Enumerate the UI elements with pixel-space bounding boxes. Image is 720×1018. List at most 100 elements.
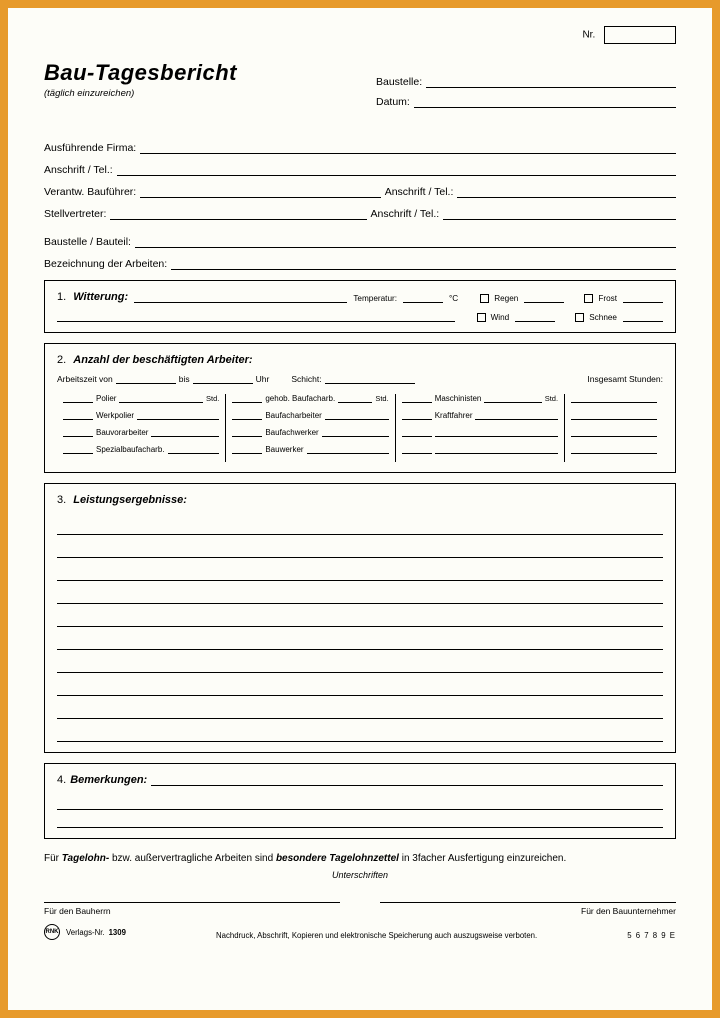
verlag-nr-label: Verlags-Nr. (66, 928, 105, 937)
witterung-line2-input[interactable] (57, 311, 455, 322)
copyright-text: Nachdruck, Abschrift, Kopieren und elekt… (216, 931, 537, 940)
section-leistungsergebnisse: 3. Leistungsergebnisse: (44, 483, 676, 753)
line-input[interactable] (57, 810, 663, 828)
std-input[interactable] (435, 428, 558, 437)
stellvertreter-input[interactable] (110, 208, 366, 220)
role-kraftfahrer: Kraftfahrer (435, 411, 473, 420)
count-input[interactable] (232, 428, 262, 437)
line-input[interactable] (57, 696, 663, 719)
von-input[interactable] (116, 374, 176, 384)
line-input[interactable] (57, 792, 663, 810)
bezeichnung-input[interactable] (171, 258, 676, 270)
count-input[interactable] (63, 394, 93, 403)
total-input[interactable] (571, 394, 657, 403)
std-suffix: Std. (545, 394, 558, 403)
regen-input[interactable] (524, 293, 564, 303)
schicht-input[interactable] (325, 374, 415, 384)
count-input[interactable] (63, 445, 93, 454)
std-input[interactable] (307, 445, 389, 454)
firma-input[interactable] (140, 142, 676, 154)
schicht-label: Schicht: (291, 374, 321, 384)
line-input[interactable] (57, 627, 663, 650)
count-input[interactable] (63, 428, 93, 437)
stellvertreter-anschrift-label: Anschrift / Tel.: (371, 208, 440, 220)
std-input[interactable] (484, 394, 541, 403)
count-input[interactable] (232, 445, 262, 454)
frost-checkbox[interactable] (584, 294, 593, 303)
bis-input[interactable] (193, 374, 253, 384)
std-input[interactable] (338, 394, 372, 403)
std-input[interactable] (325, 411, 389, 420)
line-input[interactable] (57, 512, 663, 535)
s2-col-4 (565, 394, 663, 462)
wind-checkbox[interactable] (477, 313, 486, 322)
baufuehrer-anschrift-label: Anschrift / Tel.: (385, 186, 454, 198)
count-input[interactable] (232, 411, 262, 420)
line-input[interactable] (57, 650, 663, 673)
nr-input-box[interactable] (604, 26, 676, 44)
count-input[interactable] (232, 394, 262, 403)
total-input[interactable] (571, 445, 657, 454)
regen-checkbox[interactable] (480, 294, 489, 303)
line-input[interactable] (57, 581, 663, 604)
count-input[interactable] (63, 411, 93, 420)
witterung-input[interactable] (134, 292, 347, 303)
std-input[interactable] (475, 411, 558, 420)
line-input[interactable] (57, 535, 663, 558)
line-input[interactable] (57, 604, 663, 627)
std-input[interactable] (168, 445, 220, 454)
baufuehrer-input[interactable] (140, 186, 380, 198)
grad-label: °C (449, 294, 458, 303)
footer-tagelohn: Tagelohn- (62, 853, 109, 864)
s1-num: 1. (57, 291, 66, 303)
stellvertreter-anschrift-input[interactable] (443, 208, 676, 220)
schnee-label: Schnee (589, 313, 617, 322)
total-input[interactable] (571, 428, 657, 437)
footer-zettel: besondere Tagelohnzettel (276, 853, 399, 864)
temperatur-input[interactable] (403, 292, 443, 303)
total-input[interactable] (571, 411, 657, 420)
s3-title: Leistungsergebnisse: (73, 494, 187, 506)
baustelle-bauteil-label: Baustelle / Bauteil: (44, 236, 131, 248)
s2-num: 2. (57, 354, 66, 366)
line-input[interactable] (57, 673, 663, 696)
bezeichnung-label: Bezeichnung der Arbeiten: (44, 258, 167, 270)
baustelle-bauteil-input[interactable] (135, 236, 676, 248)
count-input[interactable] (402, 411, 432, 420)
count-input[interactable] (402, 428, 432, 437)
line-input[interactable] (57, 558, 663, 581)
std-input[interactable] (119, 394, 203, 403)
bemerkungen-input-1[interactable] (151, 774, 663, 786)
std-input[interactable] (151, 428, 219, 437)
publisher-logo-icon: RNK (44, 924, 60, 940)
signature-bauherr-label: Für den Bauherrn (44, 906, 340, 916)
wind-input[interactable] (515, 312, 555, 322)
s2-col-2: gehob. Baufacharb.Std. Baufacharbeiter B… (226, 394, 395, 462)
count-input[interactable] (402, 394, 432, 403)
anschrift-input[interactable] (117, 164, 676, 176)
count-input[interactable] (402, 445, 432, 454)
datum-input[interactable] (414, 96, 676, 108)
frost-input[interactable] (623, 293, 663, 303)
schnee-checkbox[interactable] (575, 313, 584, 322)
line-input[interactable] (57, 719, 663, 742)
signature-bauunternehmer-label: Für den Bauunternehmer (380, 906, 676, 916)
std-input[interactable] (137, 411, 219, 420)
section-bemerkungen: 4. Bemerkungen: (44, 763, 676, 839)
s2-col-1: PolierStd. Werkpolier Bauvorarbeiter Spe… (57, 394, 226, 462)
signature-bauherr-line[interactable] (44, 902, 340, 903)
schnee-input[interactable] (623, 312, 663, 322)
s2-col-3: MaschinistenStd. Kraftfahrer (396, 394, 565, 462)
std-input[interactable] (435, 445, 558, 454)
signature-bauunternehmer-line[interactable] (380, 902, 676, 903)
role-bauwerker: Bauwerker (265, 445, 303, 454)
baufuehrer-anschrift-input[interactable] (457, 186, 676, 198)
page-subtitle: (täglich einzureichen) (44, 88, 376, 99)
form-code: 5 6 7 8 9 E (627, 931, 676, 940)
std-input[interactable] (322, 428, 389, 437)
wind-label: Wind (491, 313, 510, 322)
role-baufachwerker: Baufachwerker (265, 428, 318, 437)
frost-label: Frost (598, 294, 617, 303)
section-arbeiter: 2. Anzahl der beschäftigten Arbeiter: Ar… (44, 343, 676, 473)
baustelle-input[interactable] (426, 76, 676, 88)
